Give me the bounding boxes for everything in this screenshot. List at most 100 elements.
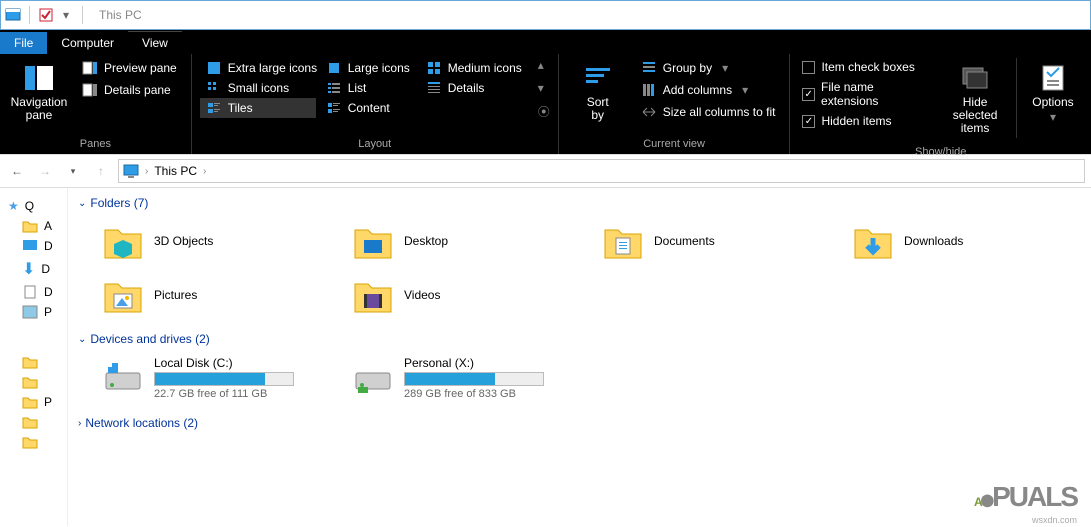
navigation-pane-button[interactable]: Navigation pane	[8, 58, 70, 126]
layout-medium[interactable]: Medium icons	[420, 58, 528, 78]
chevron-right-icon[interactable]: ›	[145, 166, 148, 177]
addcolumns-icon	[641, 82, 657, 98]
layout-details[interactable]: Details	[420, 78, 528, 98]
ribbon: Navigation pane Preview pane Details pan…	[0, 54, 1091, 154]
folder-3dobjects[interactable]: 3D Objects	[98, 216, 308, 266]
sizecolumns-button[interactable]: Size all columns to fit	[635, 102, 782, 122]
drive-label: Personal (X:)	[404, 356, 554, 370]
sidebar-item[interactable]: D	[8, 282, 67, 302]
layout-extra-large[interactable]: Extra large icons	[200, 58, 316, 78]
watermark-sub: wsxdn.com	[1032, 515, 1077, 525]
sidebar-item[interactable]: ⬇D	[8, 256, 67, 282]
tab-computer[interactable]: Computer	[47, 32, 128, 54]
address-path[interactable]: This PC	[154, 164, 197, 178]
tab-file[interactable]: File	[0, 32, 47, 54]
forward-button[interactable]: →	[34, 160, 56, 182]
drive-localdisk[interactable]: Local Disk (C:) 22.7 GB free of 111 GB	[98, 352, 308, 404]
hideselected-button[interactable]: Hide selected items	[940, 58, 1010, 140]
section-header-folders[interactable]: ⌄ Folders (7)	[78, 194, 1081, 212]
qat-properties-icon[interactable]	[38, 7, 54, 23]
sidebar-item[interactable]: A	[8, 216, 67, 236]
folder-pictures[interactable]: Pictures	[98, 270, 308, 320]
section-label: Network locations (2)	[85, 416, 198, 430]
folder-downloads[interactable]: Downloads	[848, 216, 1058, 266]
folder-icon	[852, 220, 894, 262]
folder-icon	[352, 220, 394, 262]
layout-tiles[interactable]: Tiles	[200, 98, 316, 118]
hiddenitems-checkbox[interactable]: ✓Hidden items	[798, 112, 934, 130]
sidebar-item[interactable]: P	[8, 302, 67, 322]
preview-pane-label: Preview pane	[104, 61, 177, 75]
layout-small[interactable]: Small icons	[200, 78, 316, 98]
layout-large[interactable]: Large icons	[320, 58, 416, 78]
drive-icon	[352, 357, 394, 399]
chevron-right-icon[interactable]: ›	[203, 166, 206, 177]
folder-label: Videos	[404, 288, 554, 302]
itemcheckboxes-checkbox[interactable]: Item check boxes	[798, 58, 934, 76]
folder-desktop[interactable]: Desktop	[348, 216, 558, 266]
chevron-down-icon: ▾	[742, 83, 748, 97]
folder-icon	[352, 274, 394, 316]
sidebar-item[interactable]	[8, 372, 67, 392]
sidebar-item[interactable]	[8, 412, 67, 432]
ribbon-group-layout: Extra large icons Large icons Medium ico…	[192, 54, 559, 154]
scroll-up-icon[interactable]: ▴	[538, 58, 550, 72]
main-content: ⌄ Folders (7) 3D Objects Desktop Documen…	[68, 188, 1091, 526]
options-icon	[1037, 62, 1069, 94]
ribbon-group-showhide: Item check boxes ✓File name extensions ✓…	[790, 54, 1091, 154]
expand-gallery-icon[interactable]: ⦿	[538, 103, 550, 120]
layout-icon	[326, 60, 342, 76]
sidebar-quickaccess[interactable]: ★Q	[8, 196, 67, 216]
chevron-down-icon: ⌄	[78, 334, 86, 345]
ribbon-group-title: Current view	[559, 136, 790, 154]
layout-list[interactable]: List	[320, 78, 416, 98]
workspace: ★Q A D ⬇D D P P ⌄ Folders (7) 3D Objects	[0, 188, 1091, 526]
groupby-icon	[641, 60, 657, 76]
back-button[interactable]: ←	[6, 160, 28, 182]
section-devices: ⌄ Devices and drives (2) Local Disk (C:)…	[78, 330, 1081, 404]
recent-dropdown[interactable]: ▾	[62, 160, 84, 182]
chevron-down-icon: ⌄	[78, 198, 86, 209]
details-pane-button[interactable]: Details pane	[76, 80, 183, 100]
qat-dropdown-icon[interactable]: ▾	[58, 7, 74, 23]
sizecolumns-icon	[641, 104, 657, 120]
folder-icon	[22, 355, 38, 369]
groupby-button[interactable]: Group by▾	[635, 58, 782, 78]
ribbon-group-panes: Navigation pane Preview pane Details pan…	[0, 54, 192, 154]
ribbon-group-title: Layout	[192, 136, 558, 154]
addcolumns-button[interactable]: Add columns▾	[635, 80, 782, 100]
address-box[interactable]: › This PC ›	[118, 159, 1085, 183]
preview-pane-button[interactable]: Preview pane	[76, 58, 183, 78]
folder-label: Documents	[654, 234, 804, 248]
sortby-label: Sort by	[587, 96, 609, 122]
scroll-down-icon[interactable]: ▾	[538, 81, 550, 95]
options-button[interactable]: Options ▾	[1023, 58, 1083, 128]
layout-content[interactable]: Content	[320, 98, 416, 118]
chevron-right-icon: ›	[78, 418, 81, 429]
address-bar: ← → ▾ ↑ › This PC ›	[0, 154, 1091, 188]
sidebar-item[interactable]	[8, 432, 67, 452]
extensions-checkbox[interactable]: ✓File name extensions	[798, 78, 934, 110]
folder-icon	[22, 435, 38, 449]
section-header-devices[interactable]: ⌄ Devices and drives (2)	[78, 330, 1081, 348]
tab-view[interactable]: View	[128, 31, 182, 54]
drive-bar	[154, 372, 294, 386]
sidebar-item[interactable]	[8, 352, 67, 372]
navigation-pane-label: Navigation pane	[11, 96, 68, 122]
sidebar-item[interactable]: P	[8, 392, 67, 412]
drive-personal[interactable]: Personal (X:) 289 GB free of 833 GB	[348, 352, 558, 404]
sidebar-item[interactable]: D	[8, 236, 67, 256]
separator	[82, 6, 83, 24]
layout-icon	[326, 100, 342, 116]
folder-documents[interactable]: Documents	[598, 216, 808, 266]
sortby-button[interactable]: Sort by	[567, 58, 629, 126]
folder-videos[interactable]: Videos	[348, 270, 558, 320]
up-button[interactable]: ↑	[90, 160, 112, 182]
section-label: Devices and drives (2)	[90, 332, 209, 346]
star-icon: ★	[8, 199, 19, 213]
section-header-network[interactable]: › Network locations (2)	[78, 414, 1081, 432]
drive-freespace: 22.7 GB free of 111 GB	[154, 388, 304, 400]
drive-icon	[102, 357, 144, 399]
checkbox-icon	[802, 61, 815, 74]
details-pane-label: Details pane	[104, 83, 171, 97]
